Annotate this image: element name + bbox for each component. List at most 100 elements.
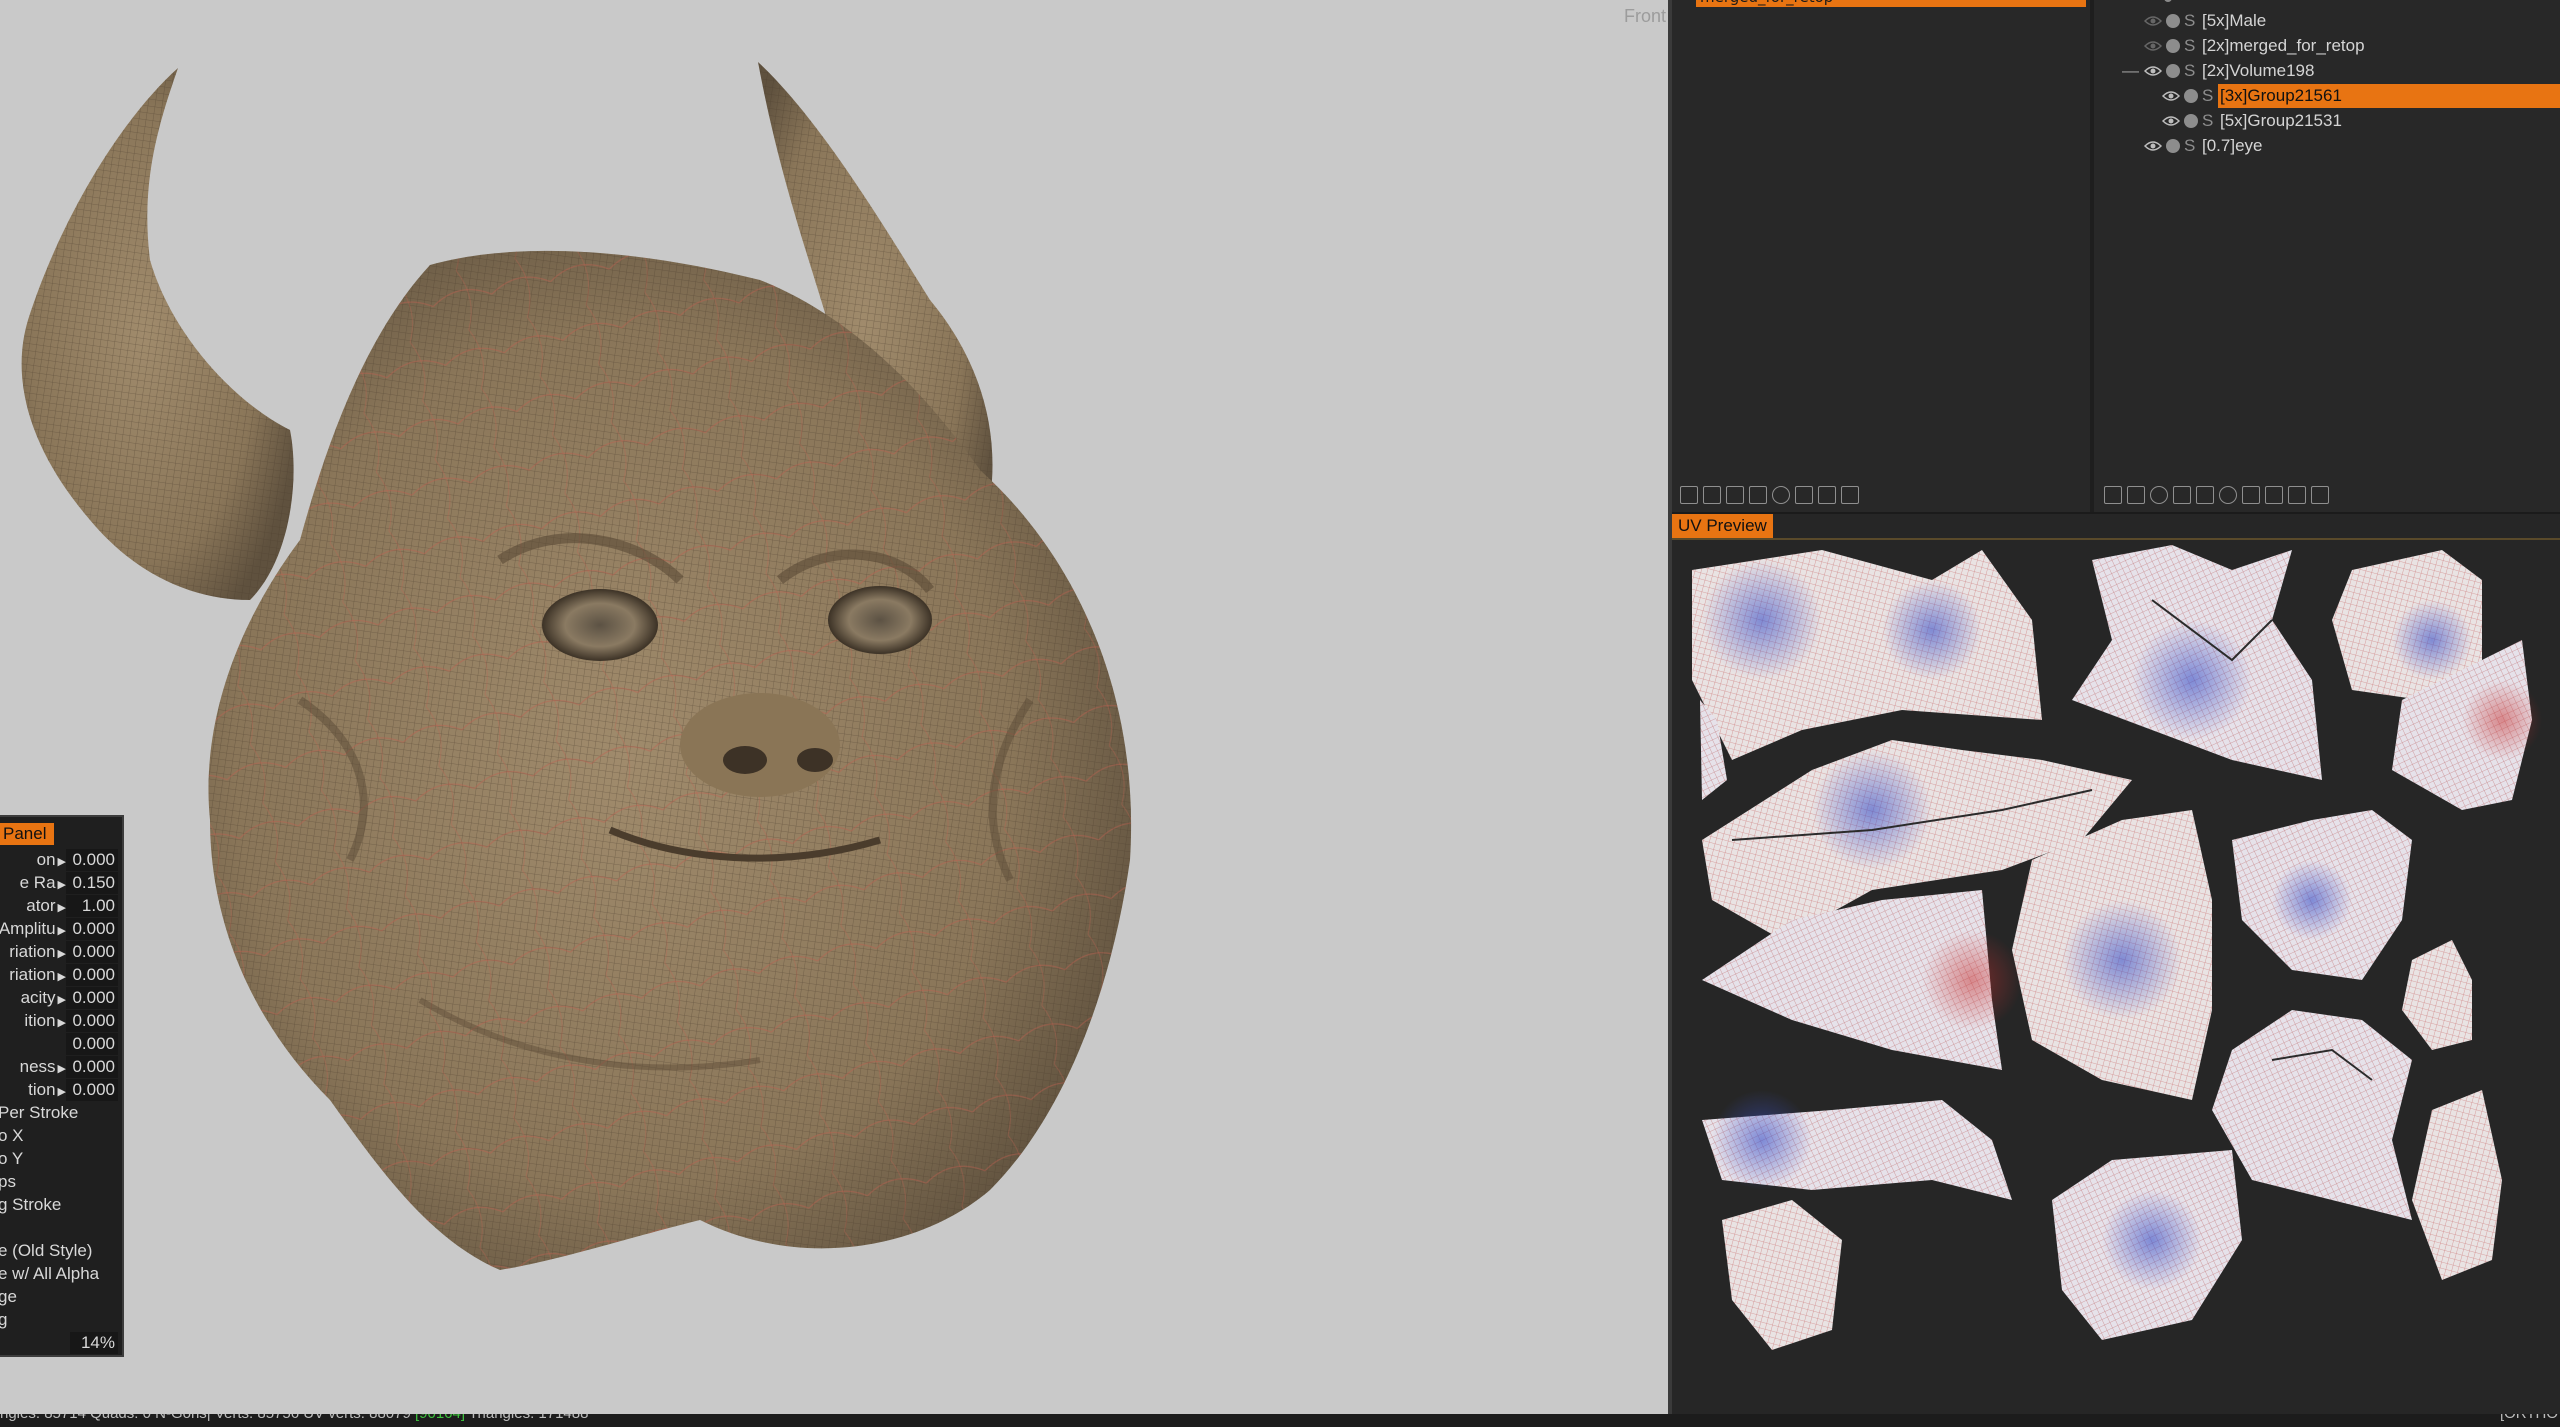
sphere-icon[interactable] [2166,64,2180,78]
brush-option[interactable]: g [0,1309,122,1331]
sphere-icon[interactable] [2166,39,2180,53]
mesh-stats: ngles: 85714 Quads: 0 N-Gons| Verts: 857… [0,1414,588,1427]
sphere-icon[interactable] [2166,139,2180,153]
s-flag-icon[interactable]: S [2184,9,2195,33]
param-value[interactable]: 0.150 [66,872,118,894]
sphere-icon[interactable] [2184,114,2198,128]
brush-param-row[interactable]: riation ▶ 0.000 [0,964,122,986]
param-value[interactable]: 0.000 [66,849,118,871]
brush-option[interactable]: e w/ All Alpha [0,1263,122,1285]
brush-settings-panel: Panel on ▶ 0.000 e Ra ▶ 0.150 ator ▶ 1.00 Ampl… [0,815,124,1357]
expand-arrow-icon[interactable]: ▶ [58,856,66,868]
expand-arrow-icon[interactable]: ▶ [58,948,66,960]
sculpt-model[interactable] [0,0,1668,1414]
param-value[interactable]: 0.000 [66,1010,118,1032]
merge-icon[interactable] [2173,486,2191,504]
param-label: Amplitu [0,919,56,938]
3d-viewport[interactable]: Front Panel on ▶ 0.000 e Ra ▶ 0.150 ator… [0,0,1668,1414]
eye-icon[interactable] [2162,90,2180,102]
eye-icon[interactable] [2144,65,2162,77]
eye-icon[interactable] [2162,115,2180,127]
retopo-object-selected[interactable]: merged_for_retop [1696,0,2086,7]
brush-option[interactable]: o X [0,1125,122,1147]
brush-option[interactable]: Per Stroke [0,1102,122,1124]
brush-param-row[interactable]: ition ▶ 0.000 [0,1010,122,1032]
brush-param-row[interactable]: Amplitu ▶ 0.000 [0,918,122,940]
split-icon[interactable] [2219,486,2237,504]
brush-param-row[interactable]: acity ▶ 0.000 [0,987,122,1009]
option-label: o Y [0,1149,24,1168]
param-value[interactable]: 0.000 [66,1033,118,1055]
s-flag-icon[interactable]: S [2202,109,2213,133]
options-icon[interactable] [1795,486,1813,504]
brush-option[interactable] [0,1217,122,1239]
eye-icon[interactable] [2144,15,2162,27]
s-flag-icon[interactable]: S [2184,59,2195,83]
layer-row[interactable]: S [2x]merged_for_retop [2094,34,2560,58]
param-value[interactable]: 0.000 [66,941,118,963]
eye-icon[interactable] [2144,40,2162,52]
expand-arrow-icon[interactable]: ▶ [58,1086,66,1098]
brush-param-row[interactable]: riation ▶ 0.000 [0,941,122,963]
brush-param-row[interactable]: 0.000 [0,1033,122,1055]
option-label: Per Stroke [0,1103,79,1122]
expand-arrow-icon[interactable]: ▶ [58,1063,66,1075]
layer-row[interactable]: S [0.7]eye [2094,134,2560,158]
expand-arrow-icon[interactable]: ▶ [58,925,66,937]
move-icon[interactable] [2311,486,2329,504]
collapse-icon[interactable]: — [2122,59,2139,83]
brush-option[interactable]: ps [0,1171,122,1193]
expand-arrow-icon[interactable]: ▶ [58,879,66,891]
expand-arrow-icon[interactable]: ▶ [58,971,66,983]
param-value[interactable]: 0.000 [66,918,118,940]
zoom-row[interactable]: 14% [0,1332,122,1354]
expand-arrow-icon[interactable]: ▶ [58,902,66,914]
param-value[interactable]: 1.00 [66,895,118,917]
new-folder-icon[interactable] [2127,486,2145,504]
param-value[interactable]: 0.000 [66,1056,118,1078]
brush-option[interactable]: g Stroke [0,1194,122,1216]
split-icon[interactable] [1772,486,1790,504]
s-flag-icon[interactable]: S [2202,84,2213,108]
uv-preview-tab[interactable]: UV Preview [1672,514,1773,538]
expand-arrow-icon[interactable]: ▶ [58,1017,66,1029]
eye-icon[interactable] [2144,140,2162,152]
sphere-icon[interactable] [2184,89,2198,103]
zoom-value[interactable]: 14% [70,1332,118,1354]
uv-preview-panel[interactable]: UV Preview [1672,512,2560,1414]
layer-row-selected[interactable]: S [3x]Group21561 [2094,84,2560,108]
uv-islands-canvas[interactable] [1672,540,2560,1416]
brush-option[interactable]: ge [0,1286,122,1308]
merge-icon[interactable] [1749,486,1767,504]
duplicate-icon[interactable] [1703,486,1721,504]
s-flag-icon[interactable]: S [2184,34,2195,58]
options-icon[interactable] [2242,486,2260,504]
param-value[interactable]: 0.000 [66,964,118,986]
brush-param-row[interactable]: ator ▶ 1.00 [0,895,122,917]
sphere-icon[interactable] [2150,486,2168,504]
brush-param-row[interactable]: e Ra ▶ 0.150 [0,872,122,894]
export-icon[interactable] [1818,486,1836,504]
s-flag-icon[interactable]: S [2184,134,2195,158]
uv-island [2402,940,2472,1050]
param-value[interactable]: 0.000 [66,987,118,1009]
add-layer-icon[interactable] [1680,486,1698,504]
layer-row[interactable]: S [5x]Male [2094,9,2560,33]
trash-icon[interactable] [2288,486,2306,504]
duplicate-icon[interactable] [2196,486,2214,504]
layer-row[interactable]: — S [2x]Volume198 [2094,59,2560,83]
brush-param-row[interactable]: on ▶ 0.000 [0,849,122,871]
trash-icon[interactable] [1841,486,1859,504]
expand-arrow-icon[interactable]: ▶ [58,994,66,1006]
root-node[interactable] [2124,0,2224,2]
brush-param-row[interactable]: tion ▶ 0.000 [0,1079,122,1101]
add-layer-icon[interactable] [2104,486,2122,504]
brush-option[interactable]: o Y [0,1148,122,1170]
layer-row[interactable]: S [5x]Group21531 [2094,109,2560,133]
brush-param-row[interactable]: ness ▶ 0.000 [0,1056,122,1078]
grid-icon[interactable] [1726,486,1744,504]
param-value[interactable]: 0.000 [66,1079,118,1101]
sphere-icon[interactable] [2166,14,2180,28]
export-icon[interactable] [2265,486,2283,504]
brush-option[interactable]: e (Old Style) [0,1240,122,1262]
